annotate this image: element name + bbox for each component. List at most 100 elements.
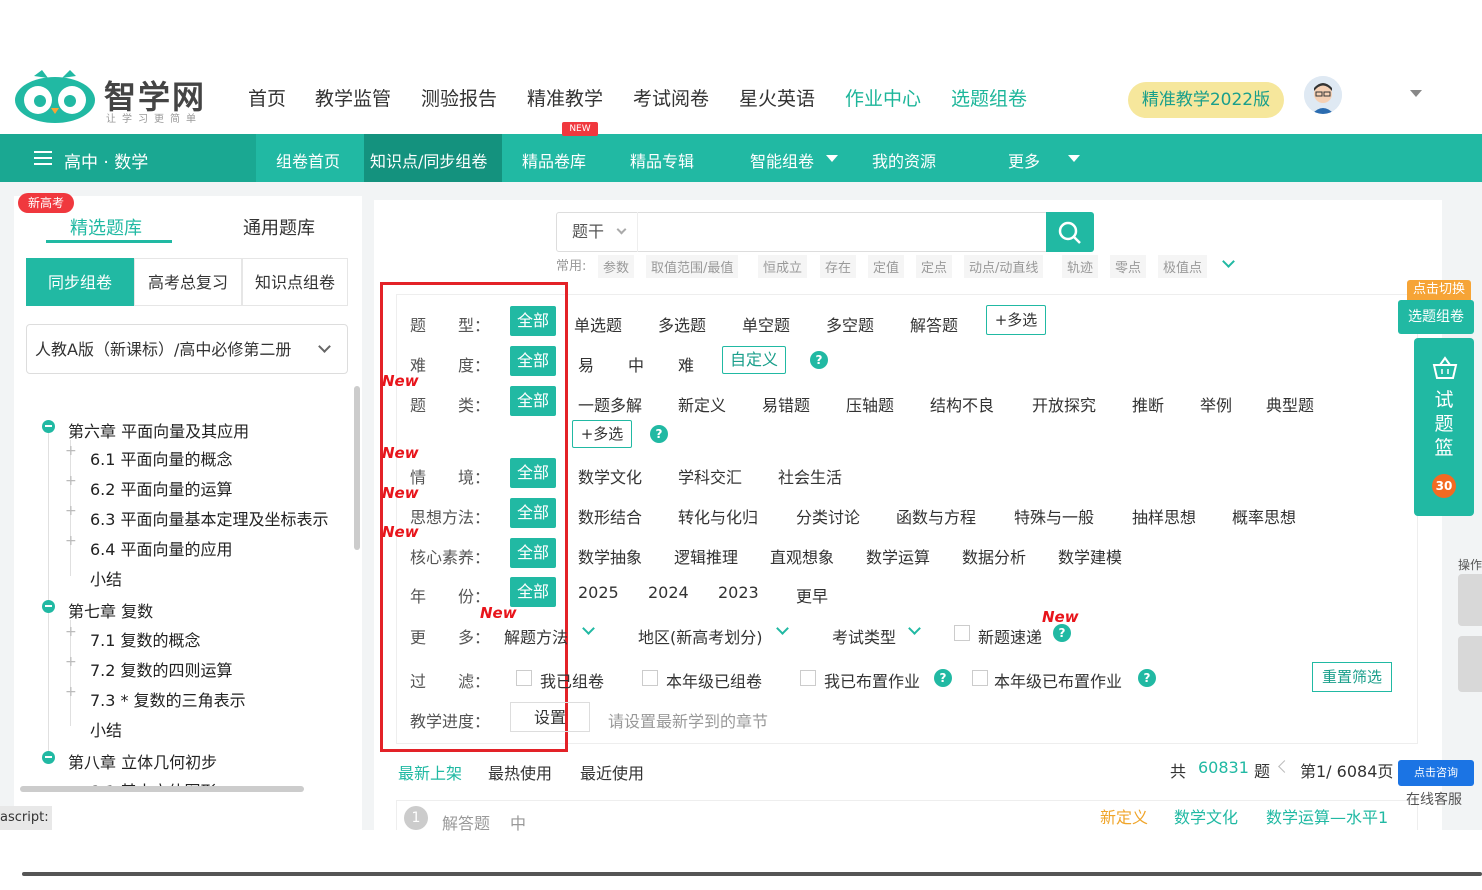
subnav-assembly-home[interactable]: 组卷首页 [276, 148, 340, 172]
option-year[interactable]: 2025 [578, 583, 619, 602]
option-year[interactable]: 2023 [718, 583, 759, 602]
smart-assembly-caret-icon[interactable] [826, 155, 838, 162]
expand-icon[interactable]: + [65, 504, 77, 518]
option-literacy[interactable]: 直观想象 [770, 544, 834, 568]
nav-question-assembly[interactable]: 选题组卷 [951, 84, 1027, 111]
tree-chapter[interactable]: 第八章 立体几何初步 [68, 749, 217, 773]
mode-sync[interactable]: 同步组卷 [26, 258, 134, 306]
help-icon[interactable]: ? [1053, 624, 1071, 642]
left-horizontal-scrollbar[interactable] [20, 786, 304, 792]
user-avatar[interactable] [1304, 76, 1342, 114]
checkbox-grade-assembled[interactable] [642, 670, 658, 686]
option-category[interactable]: 典型题 [1266, 392, 1314, 416]
reset-filter-button[interactable]: 重置筛选 [1312, 662, 1392, 692]
subnav-smart-assembly[interactable]: 智能组卷 [750, 148, 814, 172]
left-scrollbar[interactable] [354, 386, 360, 550]
online-service-label[interactable]: 在线客服 [1406, 789, 1462, 809]
common-chip[interactable]: 轨迹 [1062, 255, 1099, 278]
option-literacy[interactable]: 逻辑推理 [674, 544, 738, 568]
option-type[interactable]: 多选题 [658, 312, 706, 336]
progress-set-button[interactable]: 设置 [510, 702, 590, 732]
checkbox-label[interactable]: 我已布置作业 [824, 668, 920, 692]
checkbox-label-express[interactable]: 新题速递 [978, 624, 1042, 648]
common-chip[interactable]: 定点 [916, 255, 953, 278]
option-method[interactable]: 数形结合 [578, 504, 642, 528]
common-chip[interactable]: 恒成立 [758, 255, 808, 278]
checkbox-my-assembled[interactable] [516, 670, 532, 686]
tree-section[interactable]: 7.1 复数的概念 [90, 627, 201, 651]
option-difficulty[interactable]: 难 [678, 352, 694, 376]
nav-teaching-supervision[interactable]: 教学监管 [315, 84, 391, 111]
option-difficulty[interactable]: 中 [628, 352, 644, 376]
help-icon[interactable]: ? [650, 425, 668, 443]
all-button-literacy[interactable]: 全部 [510, 538, 556, 568]
dropdown-solving-method[interactable]: 解题方法 [504, 624, 568, 648]
all-button-category[interactable]: 全部 [510, 386, 556, 416]
multi-select-category-button[interactable]: +多选 [572, 420, 632, 448]
option-literacy[interactable]: 数学抽象 [578, 544, 642, 568]
question-tag[interactable]: 数学运算—水平1 [1266, 804, 1388, 828]
option-method[interactable]: 抽样思想 [1132, 504, 1196, 528]
checkbox-my-homework[interactable] [800, 670, 816, 686]
option-type[interactable]: 解答题 [910, 312, 958, 336]
all-button-year[interactable]: 全部 [510, 577, 556, 607]
common-chip[interactable]: 动点/动直线 [964, 255, 1044, 278]
option-method[interactable]: 特殊与一般 [1014, 504, 1094, 528]
tree-chapter[interactable]: 第六章 平面向量及其应用 [68, 418, 249, 442]
checkbox-express[interactable] [954, 625, 970, 641]
menu-icon[interactable] [34, 150, 54, 166]
tab-general-bank[interactable]: 通用题库 [243, 214, 315, 240]
checkbox-label[interactable]: 本年级已布置作业 [994, 668, 1122, 692]
nav-precise-teaching[interactable]: 精准教学 [527, 84, 603, 111]
multi-select-type-button[interactable]: +多选 [986, 305, 1046, 335]
subnav-premium-papers[interactable]: 精品卷库 [522, 148, 586, 172]
subnav-more[interactable]: 更多 [1008, 148, 1040, 172]
question-card[interactable] [396, 800, 1418, 830]
subnav-premium-albums[interactable]: 精品专辑 [630, 148, 694, 172]
subject-label[interactable]: 高中 · 数学 [64, 148, 148, 173]
option-context[interactable]: 社会生活 [778, 464, 842, 488]
expand-icon[interactable]: + [65, 625, 77, 639]
option-category[interactable]: 一题多解 [578, 392, 642, 416]
common-chip[interactable]: 取值范围/最值 [646, 255, 739, 278]
tree-section[interactable]: 小结 [90, 717, 122, 741]
nav-spark-english[interactable]: 星火英语 [739, 84, 815, 111]
all-button-context[interactable]: 全部 [510, 458, 556, 488]
option-context[interactable]: 数学文化 [578, 464, 642, 488]
option-context[interactable]: 学科交汇 [678, 464, 742, 488]
tree-chapter[interactable]: 第七章 复数 [68, 598, 153, 622]
expand-icon[interactable]: + [65, 474, 77, 488]
expand-icon[interactable]: + [65, 685, 77, 699]
help-icon[interactable]: ? [934, 669, 952, 687]
common-chip[interactable]: 参数 [598, 255, 635, 278]
tree-section[interactable]: 6.2 平面向量的运算 [90, 476, 233, 500]
option-literacy[interactable]: 数学建模 [1058, 544, 1122, 568]
collapse-icon[interactable] [42, 600, 55, 613]
option-year[interactable]: 2024 [648, 583, 689, 602]
all-button-difficulty[interactable]: 全部 [510, 346, 556, 376]
subnav-my-resources[interactable]: 我的资源 [872, 148, 936, 172]
dropdown-region[interactable]: 地区(新高考划分) [638, 624, 763, 648]
user-menu-caret-icon[interactable] [1410, 90, 1422, 97]
option-category[interactable]: 举例 [1200, 392, 1232, 416]
option-method[interactable]: 函数与方程 [896, 504, 976, 528]
back-to-top-button[interactable] [1458, 636, 1482, 692]
common-chip[interactable]: 存在 [820, 255, 857, 278]
option-type[interactable]: 单空题 [742, 312, 790, 336]
textbook-select[interactable]: 人教A版（新课标）/高中必修第二册 [26, 324, 348, 374]
help-icon[interactable]: ? [810, 351, 828, 369]
more-caret-icon[interactable] [1068, 155, 1080, 162]
dropdown-exam-type[interactable]: 考试类型 [832, 624, 896, 648]
sort-recent[interactable]: 最近使用 [580, 760, 644, 784]
expand-icon[interactable]: + [65, 534, 77, 548]
all-button-type[interactable]: 全部 [510, 306, 556, 336]
version-pill[interactable]: 精准教学2022版 [1128, 82, 1284, 118]
option-year[interactable]: 更早 [796, 583, 828, 607]
option-difficulty[interactable]: 易 [578, 352, 594, 376]
common-chip[interactable]: 零点 [1110, 255, 1147, 278]
collapse-icon[interactable] [42, 751, 55, 764]
common-chip[interactable]: 定值 [868, 255, 905, 278]
option-method[interactable]: 转化与化归 [678, 504, 758, 528]
option-category[interactable]: 易错题 [762, 392, 810, 416]
option-type[interactable]: 多空题 [826, 312, 874, 336]
